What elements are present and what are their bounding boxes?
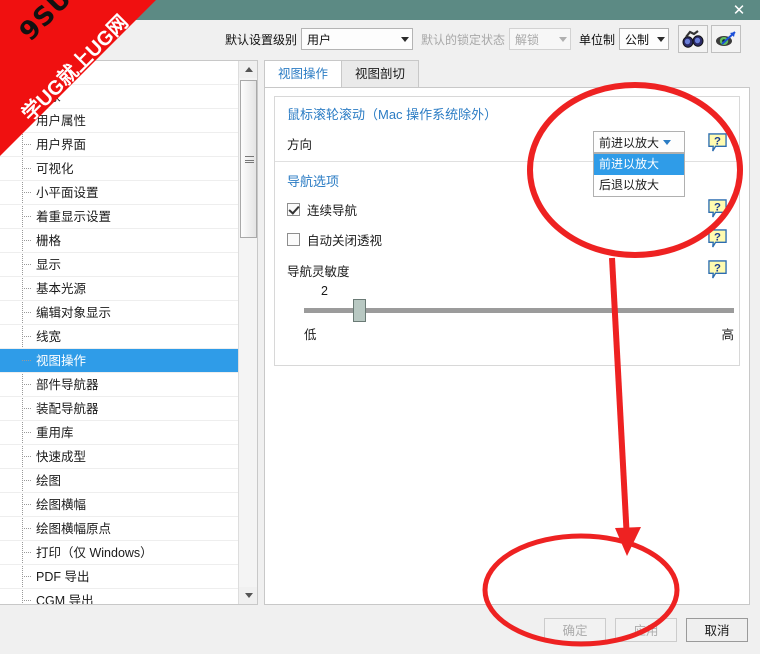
slider-thumb[interactable] — [353, 299, 366, 322]
sensitivity-value: 2 — [321, 284, 328, 298]
auto-perspective-row: 自动关闭透视 ? — [275, 224, 739, 254]
direction-option-1[interactable]: 后退以放大 — [594, 175, 684, 196]
tree-item-2[interactable]: 用户属性 — [0, 109, 238, 133]
tree-item-6[interactable]: 着重显示设置 — [0, 205, 238, 229]
grip-icon — [245, 156, 254, 163]
tab-panel-body: 鼠标滚轮滚动（Mac 操作系统除外） 方向 前进以放大 前进以放大 后退以放大 … — [264, 87, 750, 605]
svg-text:?: ? — [714, 201, 721, 213]
sensitivity-slider-area: 2 低 高 — [275, 284, 739, 348]
default-level-label: 默认设置级别 — [225, 32, 298, 47]
help-question-icon[interactable]: ? — [708, 260, 727, 279]
tree-item-7[interactable]: 栅格 — [0, 229, 238, 253]
tree-item-3[interactable]: 用户界面 — [0, 133, 238, 157]
chevron-down-icon — [657, 36, 666, 42]
help-question-icon[interactable]: ? — [708, 199, 727, 218]
options-group: 鼠标滚轮滚动（Mac 操作系统除外） 方向 前进以放大 前进以放大 后退以放大 … — [274, 96, 740, 366]
chevron-down-icon — [401, 36, 410, 42]
chevron-down-icon — [663, 139, 672, 145]
tree-item-1[interactable]: 对象 — [0, 85, 238, 109]
scrollbar-thumb[interactable] — [240, 80, 257, 238]
sensitivity-label: 导航灵敏度 — [287, 264, 350, 279]
lock-state-value: 解锁 — [515, 32, 540, 47]
help-question-icon[interactable]: ? — [708, 229, 727, 248]
tab-view-operation[interactable]: 视图操作 — [264, 60, 343, 87]
tree-item-13[interactable]: 部件导航器 — [0, 373, 238, 397]
apply-button[interactable]: 应用 — [615, 617, 677, 642]
tree-item-11[interactable]: 线宽 — [0, 325, 238, 349]
chevron-down-icon — [559, 36, 568, 42]
section-title-mouse-wheel: 鼠标滚轮滚动（Mac 操作系统除外） — [287, 107, 498, 122]
unit-select[interactable]: 公制 — [619, 28, 670, 50]
tree-item-9[interactable]: 基本光源 — [0, 277, 238, 301]
dialog-button-bar: 确定 应用 取消 — [0, 605, 760, 654]
tree-item-4[interactable]: 可视化 — [0, 157, 238, 181]
direction-value: 前进以放大 — [599, 135, 660, 150]
settings-panel: 视图操作 视图剖切 鼠标滚轮滚动（Mac 操作系统除外） 方向 前进以放大 前进… — [264, 60, 750, 605]
tree-scrollbar[interactable] — [238, 61, 257, 604]
preview-icon-button[interactable] — [711, 25, 742, 53]
tree-item-10[interactable]: 编辑对象显示 — [0, 301, 238, 325]
settings-toolbar: 默认设置级别 用户 默认的锁定状态 解锁 单位制 公制 — [0, 20, 760, 58]
svg-text:?: ? — [714, 231, 721, 243]
tree-item-21[interactable]: PDF 导出 — [0, 565, 238, 589]
tree-item-view-operation[interactable]: 视图操作 — [0, 349, 238, 373]
default-level-value: 用户 — [307, 32, 332, 47]
preferences-dialog: ✕ 默认设置级别 用户 默认的锁定状态 解锁 单位制 公制 对象 用户属性 用户… — [0, 0, 760, 654]
tree-item-8[interactable]: 显示 — [0, 253, 238, 277]
continuous-nav-checkbox[interactable] — [287, 202, 300, 216]
settings-tree[interactable]: 对象 用户属性 用户界面 可视化 小平面设置 着重显示设置 栅格 显示 基本光源… — [0, 60, 258, 605]
tab-bar: 视图操作 视图剖切 — [264, 60, 750, 87]
tree-item-17[interactable]: 绘图 — [0, 469, 238, 493]
tree-item-0[interactable] — [0, 61, 238, 85]
continuous-nav-row: 连续导航 ? — [275, 194, 739, 224]
unit-label: 单位制 — [579, 32, 616, 47]
tree-item-19[interactable]: 绘图横幅原点 — [0, 517, 238, 541]
close-icon[interactable]: ✕ — [722, 0, 756, 20]
default-level-select[interactable]: 用户 — [301, 28, 414, 50]
binoculars-icon-button[interactable] — [678, 25, 709, 53]
direction-label: 方向 — [287, 137, 313, 152]
tree-item-20[interactable]: 打印（仅 Windows） — [0, 541, 238, 565]
eye-arrow-icon — [716, 31, 736, 46]
tree-item-15[interactable]: 重用库 — [0, 421, 238, 445]
slider-low-label: 低 — [304, 328, 317, 342]
svg-text:?: ? — [714, 135, 721, 147]
tree-item-22[interactable]: CGM 导出 — [0, 589, 238, 604]
help-question-icon[interactable]: ? — [708, 133, 727, 152]
svg-text:?: ? — [714, 262, 721, 274]
auto-perspective-label: 自动关闭透视 — [307, 233, 383, 248]
direction-select[interactable]: 前进以放大 — [593, 131, 685, 153]
tree-item-16[interactable]: 快速成型 — [0, 445, 238, 469]
tab-view-section[interactable]: 视图剖切 — [341, 60, 420, 87]
slider-track[interactable] — [304, 308, 734, 313]
binoculars-icon — [682, 30, 704, 48]
tree-item-18[interactable]: 绘图横幅 — [0, 493, 238, 517]
auto-perspective-checkbox[interactable] — [287, 232, 300, 246]
lock-state-select[interactable]: 解锁 — [509, 28, 572, 50]
slider-end-labels: 低 高 — [304, 324, 734, 343]
ok-button[interactable]: 确定 — [544, 617, 606, 642]
lock-state-label: 默认的锁定状态 — [421, 32, 506, 47]
sensitivity-row: 导航灵敏度 ? — [275, 254, 739, 286]
tree-list: 对象 用户属性 用户界面 可视化 小平面设置 着重显示设置 栅格 显示 基本光源… — [0, 61, 238, 604]
scroll-up-icon[interactable] — [239, 61, 257, 78]
direction-dropdown-list[interactable]: 前进以放大 后退以放大 — [593, 153, 685, 197]
direction-row: 方向 前进以放大 前进以放大 后退以放大 ? — [275, 127, 739, 197]
slider-high-label: 高 — [721, 328, 734, 342]
tree-item-14[interactable]: 装配导航器 — [0, 397, 238, 421]
continuous-nav-label: 连续导航 — [307, 203, 358, 218]
scroll-down-icon[interactable] — [239, 587, 257, 604]
direction-option-0[interactable]: 前进以放大 — [594, 154, 684, 175]
title-bar: ✕ — [0, 0, 760, 20]
cancel-button[interactable]: 取消 — [686, 617, 748, 642]
tree-item-5[interactable]: 小平面设置 — [0, 181, 238, 205]
unit-value: 公制 — [625, 32, 650, 47]
